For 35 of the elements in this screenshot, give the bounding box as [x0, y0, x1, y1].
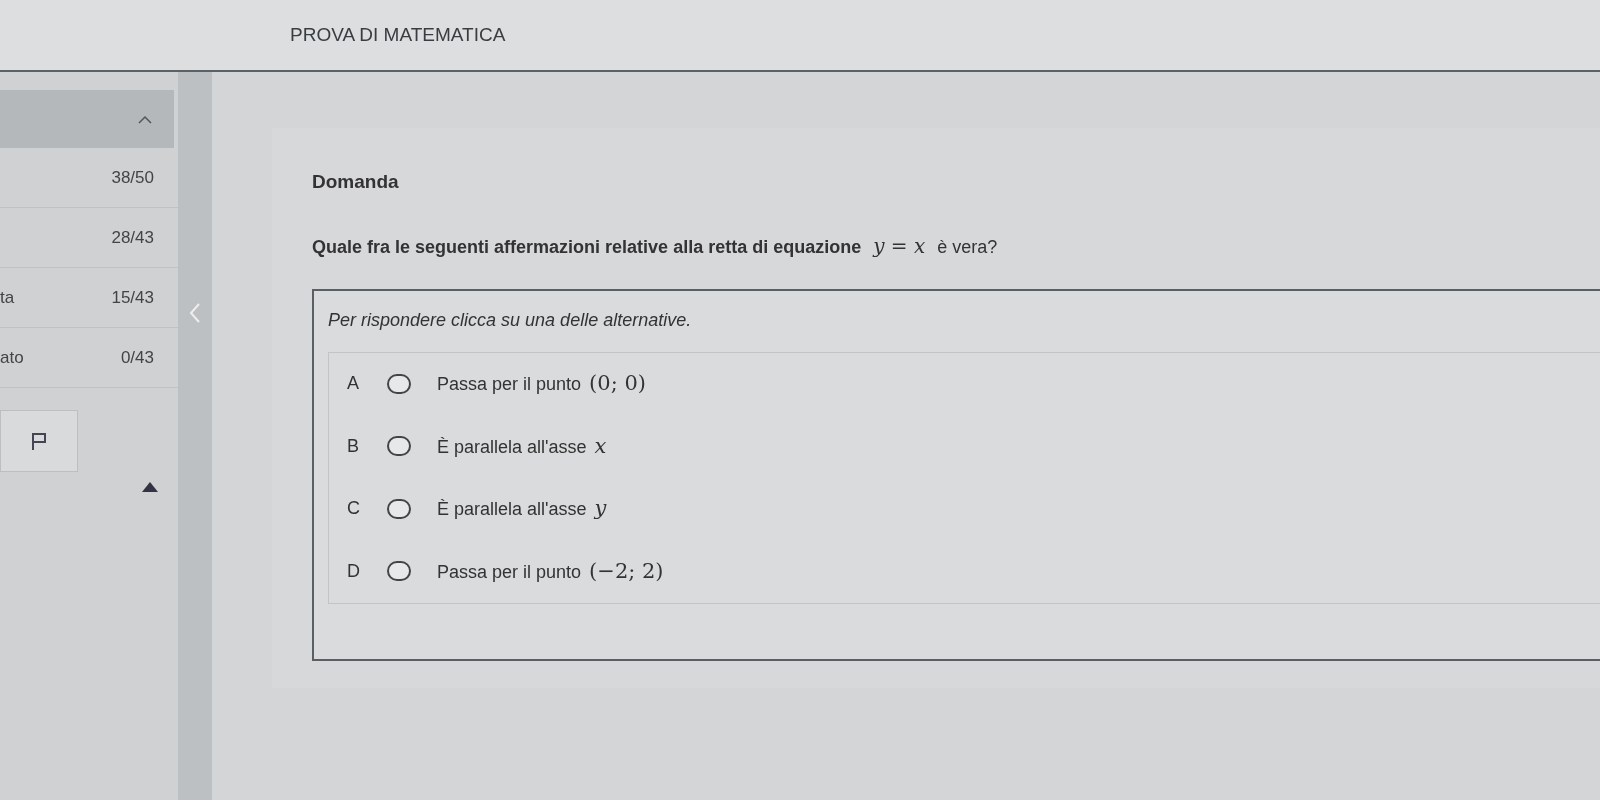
radio-button[interactable]: [387, 373, 411, 394]
option-letter: C: [347, 497, 361, 521]
answer-option[interactable]: A Passa per il punto (0; 0): [329, 358, 1600, 409]
item-count: 38/50: [111, 166, 154, 189]
question-suffix: è vera?: [937, 235, 998, 259]
option-math: x: [594, 432, 607, 460]
question-sentence: Quale fra le seguenti affermazioni relative alla retta di equazione: [312, 235, 862, 259]
item-count: 15/43: [111, 286, 154, 309]
radio-button[interactable]: [387, 498, 411, 519]
item-label: ato: [0, 346, 24, 369]
radio-button[interactable]: [387, 561, 411, 582]
option-math: (−2; 2): [589, 557, 664, 585]
option-text: Passa per il punto: [437, 560, 582, 584]
radio-button[interactable]: [387, 436, 411, 457]
option-letter: B: [347, 434, 360, 458]
equation: y = x: [873, 232, 926, 260]
item-label: ta: [0, 286, 15, 309]
page-title: PROVA DI MATEMATICA: [290, 22, 506, 47]
instructions: Per rispondere clicca su una delle alternative.: [328, 308, 693, 332]
answer-option[interactable]: D Passa per il punto (−2; 2): [329, 546, 1600, 597]
answer-option[interactable]: B È parallela all'asse x: [329, 421, 1600, 472]
chevron-up-icon: [138, 114, 152, 124]
item-count: 28/43: [111, 226, 154, 249]
answer-option[interactable]: C È parallela all'asse y: [329, 483, 1600, 534]
option-letter: A: [347, 372, 360, 396]
option-math: (0; 0): [589, 370, 646, 397]
question-heading: Domanda: [312, 170, 400, 194]
item-count: 0/43: [120, 346, 154, 369]
option-text: Passa per il punto: [437, 373, 582, 396]
triangle-up-icon[interactable]: [142, 482, 158, 492]
option-letter: D: [347, 559, 361, 583]
option-text: È parallela all'asse: [437, 498, 587, 521]
flag-icon: [29, 431, 49, 451]
option-text: È parallela all'asse: [437, 435, 587, 459]
option-math: y: [594, 495, 607, 522]
